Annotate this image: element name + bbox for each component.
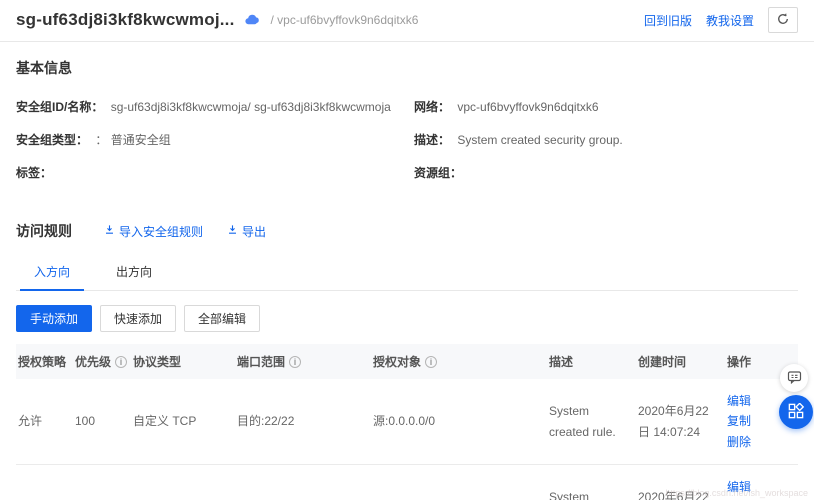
col-header-port-range: 端口范围	[235, 344, 371, 379]
field-resource-group: 资源组：	[414, 164, 623, 181]
field-label: 网络：	[414, 100, 450, 114]
feedback-bubble-icon	[787, 370, 802, 387]
col-header-label: 创建时间	[638, 355, 686, 369]
top-bar-left: sg-uf63dj8i3kf8kwcwmoj... / vpc-uf6bvyff…	[16, 10, 418, 30]
basic-info-right-column: 网络： vpc-uf6bvyffovk9n6dqitxk6 描述： System…	[414, 82, 623, 181]
field-label: 安全组ID/名称：	[16, 100, 103, 114]
access-rules-title: 访问规则	[16, 221, 72, 241]
download-icon	[104, 224, 115, 238]
col-header-label: 授权策略	[18, 355, 66, 369]
col-header-grant-target: 授权对象	[371, 344, 547, 379]
quick-add-button[interactable]: 快速添加	[100, 305, 176, 332]
cell-port-range: 目的:22/22	[235, 379, 371, 465]
col-header-protocol: 协议类型	[131, 344, 235, 379]
rules-toolbar: 手动添加 快速添加 全部编辑	[16, 305, 798, 332]
rules-table-body: 允许 100 自定义 TCP 目的:22/22 源:0.0.0.0/0 Syst…	[16, 379, 798, 500]
cell-created: 2020年6月22日 14:07:24	[636, 379, 725, 465]
cell-policy: 允许	[16, 465, 73, 500]
cell-protocol: 全部 ICMP(IPv4)	[131, 465, 235, 500]
teach-me-setup-link[interactable]: 教我设置	[706, 12, 754, 29]
refresh-icon	[776, 12, 790, 29]
rules-table: 授权策略 优先级 协议类型 端口范围 授权对象 描述 创建时间 操作 允许 10…	[16, 344, 798, 500]
field-tags: 标签：	[16, 164, 414, 181]
col-header-label: 授权对象	[373, 355, 421, 369]
download-icon	[227, 224, 238, 238]
access-rules-header: 访问规则 导入安全组规则 导出	[16, 221, 798, 241]
back-to-old-version-link[interactable]: 回到旧版	[644, 12, 692, 29]
page-title: sg-uf63dj8i3kf8kwcwmoj...	[16, 10, 235, 30]
field-sg-type: 安全组类型： ： 普通安全组	[16, 131, 414, 148]
top-bar-right: 回到旧版 教我设置	[644, 7, 798, 33]
field-value: sg-uf63dj8i3kf8kwcwmoja/ sg-uf63dj8i3kf8…	[111, 100, 391, 114]
breadcrumb: / vpc-uf6bvyffovk9n6dqitxk6	[271, 13, 419, 27]
field-description: 描述： System created security group.	[414, 131, 623, 148]
app-grid-button[interactable]	[779, 395, 813, 429]
field-value: vpc-uf6bvyffovk9n6dqitxk6	[457, 100, 598, 114]
import-rules-link[interactable]: 导入安全组规则	[104, 223, 203, 240]
basic-info-title: 基本信息	[16, 58, 798, 78]
col-header-label: 操作	[727, 355, 751, 369]
field-sg-id-name: 安全组ID/名称： sg-uf63dj8i3kf8kwcwmoja/ sg-uf…	[16, 98, 414, 115]
field-label: 安全组类型：	[16, 133, 88, 147]
cell-actions: 编辑复制删除	[725, 465, 798, 500]
basic-info-grid: 安全组ID/名称： sg-uf63dj8i3kf8kwcwmoja/ sg-uf…	[16, 82, 798, 181]
export-link[interactable]: 导出	[227, 223, 266, 240]
manual-add-button[interactable]: 手动添加	[16, 305, 92, 332]
cell-protocol: 自定义 TCP	[131, 379, 235, 465]
field-network: 网络： vpc-uf6bvyffovk9n6dqitxk6	[414, 98, 623, 115]
access-rules-section: 访问规则 导入安全组规则 导出 入方向 出方向 手动添加 快速添加 全部编辑	[0, 221, 814, 500]
export-label: 导出	[242, 223, 266, 240]
table-row: 允许 100 自定义 TCP 目的:22/22 源:0.0.0.0/0 Syst…	[16, 379, 798, 465]
cell-description: System created rule.	[547, 379, 636, 465]
col-header-created: 创建时间	[636, 344, 725, 379]
cell-priority: 100	[73, 465, 131, 500]
cell-priority: 100	[73, 379, 131, 465]
col-header-description: 描述	[547, 344, 636, 379]
app-grid-icon	[788, 403, 804, 422]
refresh-button[interactable]	[768, 7, 798, 33]
basic-info-section: 基本信息 安全组ID/名称： sg-uf63dj8i3kf8kwcwmoja/ …	[0, 42, 814, 181]
col-header-label: 端口范围	[237, 355, 285, 369]
cell-created: 2020年6月22日 14:07:24	[636, 465, 725, 500]
rules-table-head: 授权策略 优先级 协议类型 端口范围 授权对象 描述 创建时间 操作	[16, 344, 798, 379]
cell-grant-target: 源:0.0.0.0/0	[371, 379, 547, 465]
edit-link[interactable]: 编辑	[727, 480, 751, 494]
col-header-priority: 优先级	[73, 344, 131, 379]
field-label: 资源组：	[414, 166, 462, 180]
col-header-label: 描述	[549, 355, 573, 369]
import-rules-label: 导入安全组规则	[119, 223, 203, 240]
security-group-detail-page: sg-uf63dj8i3kf8kwcwmoj... / vpc-uf6bvyff…	[0, 0, 814, 500]
cell-port-range: 目的:-1/-1	[235, 465, 371, 500]
info-icon[interactable]	[115, 356, 127, 368]
copy-link[interactable]: 复制	[727, 414, 751, 428]
tab-outbound[interactable]: 出方向	[102, 255, 166, 290]
direction-tabs: 入方向 出方向	[16, 255, 798, 291]
delete-link[interactable]: 删除	[727, 435, 751, 449]
basic-info-left-column: 安全组ID/名称： sg-uf63dj8i3kf8kwcwmoja/ sg-uf…	[16, 82, 414, 181]
info-icon[interactable]	[289, 356, 301, 368]
cloud-edit-icon[interactable]	[245, 14, 259, 26]
edit-all-button[interactable]: 全部编辑	[184, 305, 260, 332]
header-row: 授权策略 优先级 协议类型 端口范围 授权对象 描述 创建时间 操作	[16, 344, 798, 379]
feedback-button[interactable]	[780, 364, 808, 392]
cell-grant-target: 源:0.0.0.0/0	[371, 465, 547, 500]
top-bar: sg-uf63dj8i3kf8kwcwmoj... / vpc-uf6bvyff…	[0, 0, 814, 42]
cell-description: System created rule.	[547, 465, 636, 500]
field-label: 标签：	[16, 166, 52, 180]
field-label: 描述：	[414, 133, 450, 147]
col-header-policy: 授权策略	[16, 344, 73, 379]
tab-inbound[interactable]: 入方向	[20, 255, 84, 291]
cell-policy: 允许	[16, 379, 73, 465]
field-value: ： 普通安全组	[95, 133, 170, 147]
table-row: 允许 100 全部 ICMP(IPv4) 目的:-1/-1 源:0.0.0.0/…	[16, 465, 798, 500]
info-icon[interactable]	[425, 356, 437, 368]
col-header-label: 优先级	[75, 355, 111, 369]
edit-link[interactable]: 编辑	[727, 394, 751, 408]
field-value: System created security group.	[457, 133, 622, 147]
col-header-label: 协议类型	[133, 355, 181, 369]
